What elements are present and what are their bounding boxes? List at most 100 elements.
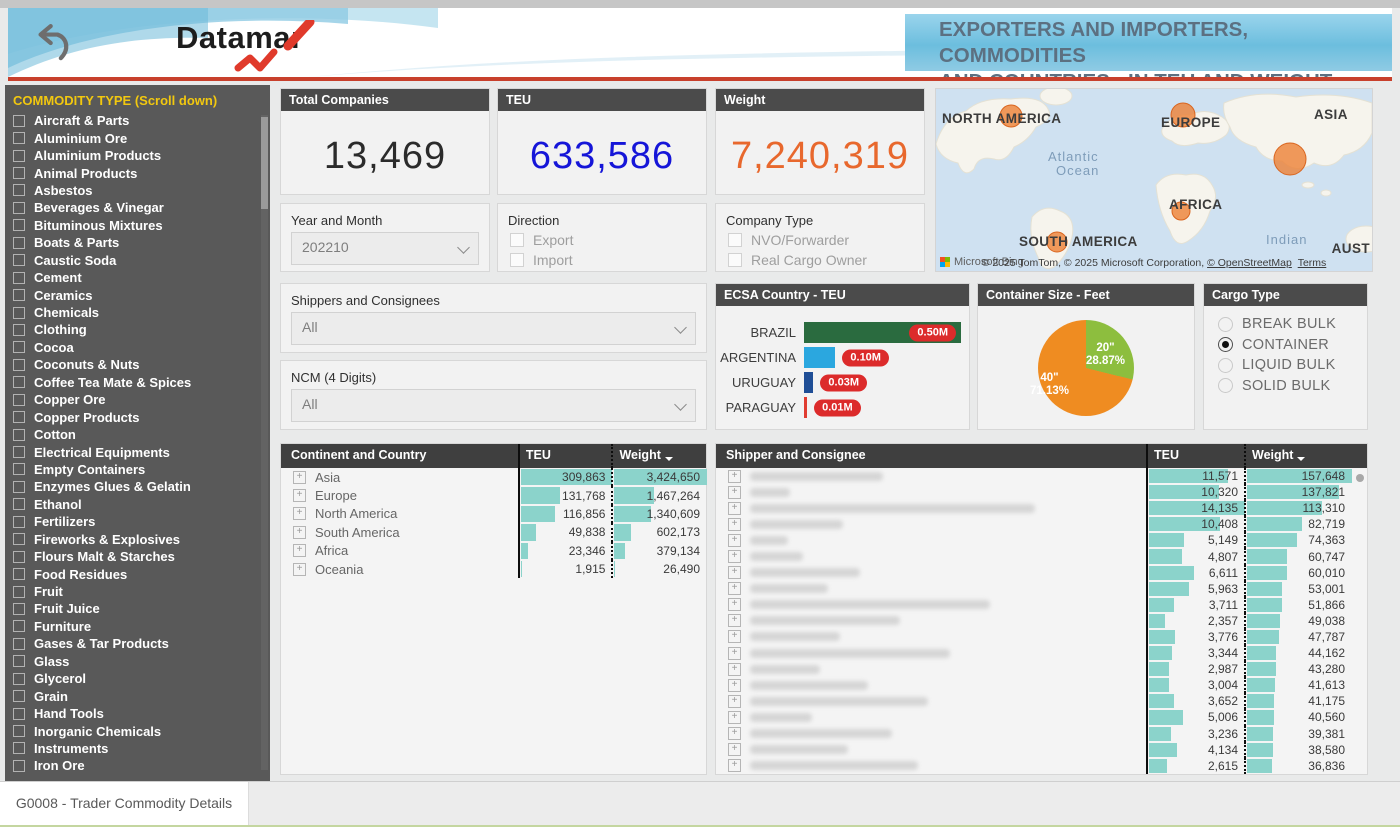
table-scrollbar-thumb[interactable] (1356, 474, 1364, 482)
table-row[interactable]: South America 49,838 602,173 (281, 523, 706, 541)
commodity-list-item[interactable]: Caustic Soda (5, 252, 270, 269)
expand-icon[interactable] (728, 630, 741, 643)
shippers-dropdown[interactable]: All (291, 312, 696, 345)
column-header[interactable]: Continent and Country (281, 444, 518, 468)
table-row[interactable]: 2,987 43,280 (716, 661, 1367, 677)
commodity-list-item[interactable]: Bituminous Mixtures (5, 217, 270, 234)
checkbox-icon[interactable] (13, 394, 25, 406)
year-month-dropdown[interactable]: 202210 (291, 232, 479, 265)
checkbox-icon[interactable] (13, 411, 25, 423)
osm-link[interactable]: © OpenStreetMap (1207, 257, 1292, 269)
checkbox-icon[interactable] (13, 307, 25, 319)
checkbox-icon[interactable] (13, 289, 25, 301)
checkbox-icon[interactable] (13, 324, 25, 336)
bar[interactable]: 0.03M (804, 372, 813, 393)
commodity-list-item[interactable]: Glycerol (5, 670, 270, 687)
expand-icon[interactable] (728, 663, 741, 676)
checkbox-icon[interactable] (13, 690, 25, 702)
commodity-list-item[interactable]: Grain (5, 687, 270, 704)
checkbox-icon[interactable] (13, 498, 25, 510)
table-row[interactable]: 2,357 49,038 (716, 613, 1367, 629)
commodity-list-item[interactable]: Food Residues (5, 565, 270, 582)
expand-icon[interactable] (293, 471, 306, 484)
checkbox-icon[interactable] (13, 725, 25, 737)
expand-icon[interactable] (728, 647, 741, 660)
checkbox-icon[interactable] (13, 533, 25, 545)
checkbox-option[interactable]: Import (498, 250, 706, 270)
commodity-list-item[interactable]: Inorganic Chemicals (5, 722, 270, 739)
bar[interactable]: 0.10M (804, 347, 835, 368)
table-row[interactable]: 10,408 82,719 (716, 516, 1367, 532)
radio-option[interactable]: BREAK BULK (1204, 314, 1367, 335)
checkbox-icon[interactable] (13, 167, 25, 179)
radio-icon[interactable] (1218, 317, 1233, 332)
commodity-list-item[interactable]: Flours Malt & Starches (5, 548, 270, 565)
expand-icon[interactable] (728, 759, 741, 772)
commodity-list-item[interactable]: Boats & Parts (5, 234, 270, 251)
expand-icon[interactable] (293, 489, 306, 502)
commodity-list-item[interactable]: Coffee Tea Mate & Spices (5, 374, 270, 391)
checkbox-icon[interactable] (13, 132, 25, 144)
world-map-visual[interactable]: NORTH AMERICA EUROPE ASIA AFRICA SOUTH A… (935, 88, 1373, 272)
checkbox-icon[interactable] (13, 359, 25, 371)
radio-icon[interactable] (1218, 358, 1233, 373)
checkbox-icon[interactable] (13, 742, 25, 754)
table-row[interactable]: 3,652 41,175 (716, 693, 1367, 709)
checkbox-icon[interactable] (13, 551, 25, 563)
expand-icon[interactable] (728, 534, 741, 547)
table-row[interactable]: 10,320 137,821 (716, 484, 1367, 500)
checkbox-icon[interactable] (13, 655, 25, 667)
checkbox-icon[interactable] (13, 586, 25, 598)
checkbox-icon[interactable] (13, 219, 25, 231)
commodity-list-item[interactable]: Enzymes Glues & Gelatin (5, 478, 270, 495)
checkbox-option[interactable]: Export (498, 230, 706, 250)
commodity-list-item[interactable]: Ceramics (5, 286, 270, 303)
table-row[interactable]: 5,149 74,363 (716, 532, 1367, 548)
commodity-list-item[interactable]: Ethanol (5, 496, 270, 513)
commodity-list-item[interactable]: Copper Products (5, 408, 270, 425)
table-row[interactable]: 3,004 41,613 (716, 677, 1367, 693)
column-header[interactable]: Weight (611, 444, 706, 468)
expand-icon[interactable] (728, 470, 741, 483)
table-row[interactable]: 4,807 60,747 (716, 548, 1367, 564)
checkbox-option[interactable]: Real Cargo Owner (716, 250, 924, 270)
table-scrollbar[interactable] (1356, 472, 1365, 770)
expand-icon[interactable] (728, 550, 741, 563)
expand-icon[interactable] (293, 526, 306, 539)
commodity-list-item[interactable]: Fireworks & Explosives (5, 531, 270, 548)
commodity-list-item[interactable]: Beverages & Vinegar (5, 199, 270, 216)
commodity-list-item[interactable]: Instruments (5, 740, 270, 757)
checkbox-icon[interactable] (13, 620, 25, 632)
checkbox-icon[interactable] (13, 150, 25, 162)
commodity-list-item[interactable]: Aluminium Products (5, 147, 270, 164)
commodity-list-item[interactable]: Cocoa (5, 339, 270, 356)
checkbox-icon[interactable] (13, 254, 25, 266)
expand-icon[interactable] (293, 507, 306, 520)
checkbox-icon[interactable] (13, 376, 25, 388)
checkbox-icon[interactable] (13, 760, 25, 772)
bar[interactable]: 0.01M (804, 397, 807, 418)
checkbox-icon[interactable] (13, 202, 25, 214)
checkbox-icon[interactable] (13, 708, 25, 720)
table-row[interactable]: 3,344 44,162 (716, 645, 1367, 661)
table-row[interactable]: 4,134 38,580 (716, 742, 1367, 758)
expand-icon[interactable] (728, 727, 741, 740)
table-row[interactable]: North America 116,856 1,340,609 (281, 505, 706, 523)
commodity-list-item[interactable]: Asbestos (5, 182, 270, 199)
commodity-list-item[interactable]: Clothing (5, 321, 270, 338)
table-row[interactable]: 14,135 113,310 (716, 500, 1367, 516)
commodity-list-item[interactable]: Iron Ore (5, 757, 270, 774)
checkbox-icon[interactable] (510, 233, 524, 247)
checkbox-icon[interactable] (13, 481, 25, 493)
expand-icon[interactable] (728, 679, 741, 692)
checkbox-icon[interactable] (13, 272, 25, 284)
commodity-list-item[interactable]: Hand Tools (5, 705, 270, 722)
checkbox-icon[interactable] (13, 184, 25, 196)
ncm-dropdown[interactable]: All (291, 389, 696, 422)
table-row[interactable]: 3,236 39,381 (716, 726, 1367, 742)
commodity-list-item[interactable]: Coconuts & Nuts (5, 356, 270, 373)
expand-icon[interactable] (728, 598, 741, 611)
radio-option[interactable]: SOLID BULK (1204, 376, 1367, 397)
column-header[interactable]: TEU (518, 444, 612, 468)
table-row[interactable]: 3,711 51,866 (716, 597, 1367, 613)
